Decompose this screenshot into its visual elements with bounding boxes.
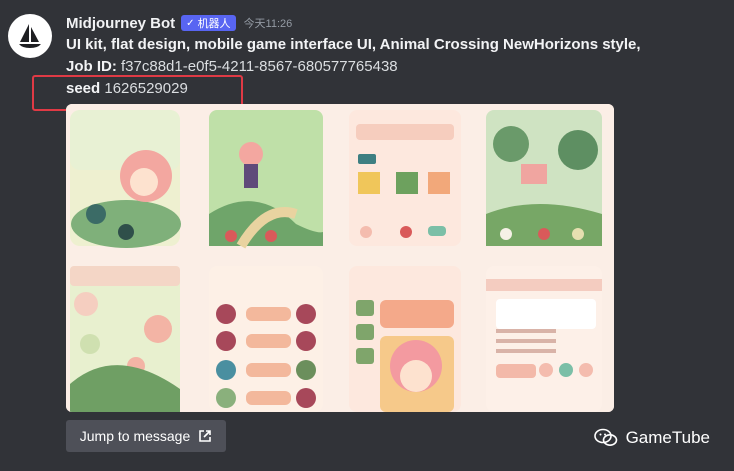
wechat-icon [593,428,617,446]
bot-tag: ✓ 机器人 [181,15,236,31]
image-panel-8 [486,266,602,412]
bot-tag-label: 机器人 [197,18,231,30]
jump-to-message-button[interactable]: Jump to message [66,420,226,452]
timestamp: 今天11:26 [243,18,293,30]
image-panel-5 [70,266,180,412]
jump-to-message-label: Jump to message [79,428,191,444]
image-panel-1 [70,110,181,248]
image-panel-6 [209,266,323,412]
avatar[interactable] [8,14,52,58]
image-panel-7 [349,266,461,412]
watermark-label: GameTube [625,428,710,447]
job-id-value: f37c88d1-e0f5-4211-8567-680577765438 [121,58,398,75]
verified-check-icon: ✓ [186,17,195,29]
image-panel-4 [486,110,602,246]
job-id-label: Job ID: [66,58,117,75]
author-name[interactable]: Midjourney Bot [66,15,175,32]
prompt-text: UI kit, flat design, mobile game interfa… [66,36,641,53]
image-panel-2 [209,110,323,249]
generated-image[interactable] [66,104,614,412]
external-link-icon [199,430,212,442]
image-panel-3 [349,110,461,246]
watermark: GameTube [593,428,710,448]
image-grid-icon [66,104,614,412]
sailboat-logo-icon [19,24,41,48]
message-header: Midjourney Bot ✓ 机器人 今天11:26 [66,12,716,34]
